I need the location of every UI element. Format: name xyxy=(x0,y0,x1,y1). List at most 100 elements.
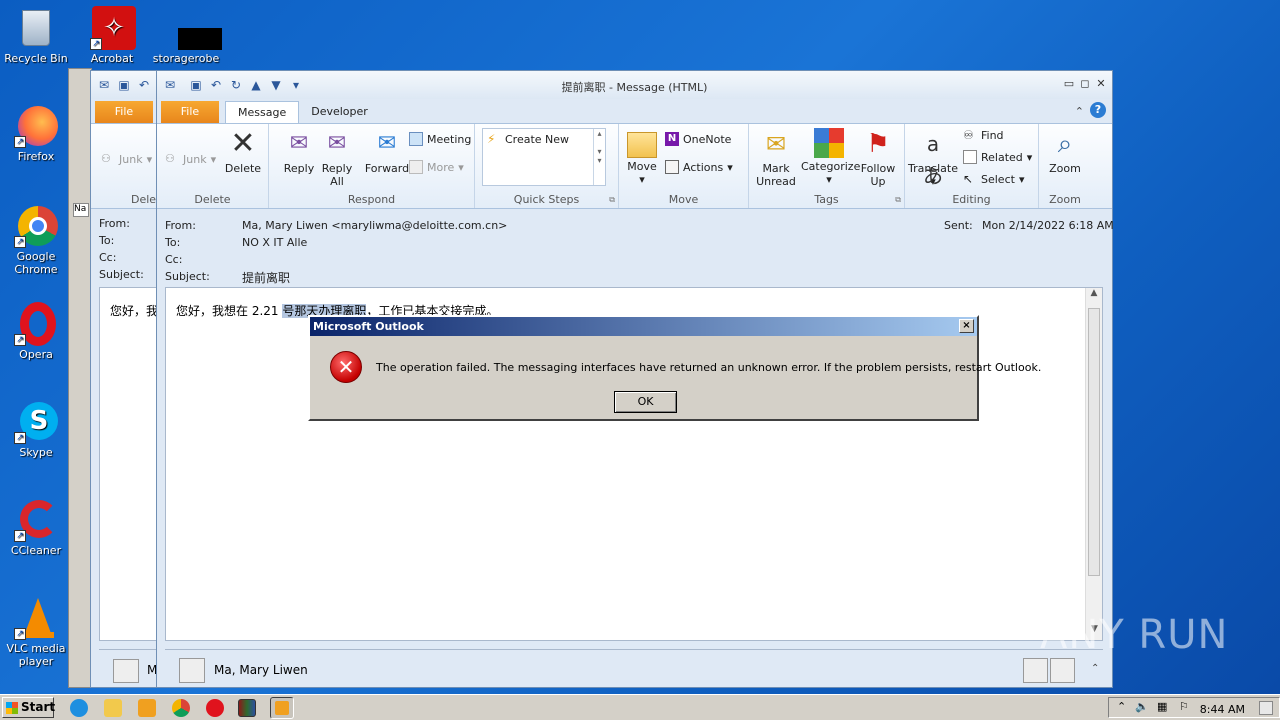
flag-icon: ⚑ xyxy=(866,129,890,159)
actions-icon xyxy=(665,160,679,174)
help-icon[interactable]: ? xyxy=(1090,102,1106,118)
back-junk-button[interactable]: ⚇ Junk ▾ xyxy=(101,152,152,166)
minimize-icon[interactable]: ▭ xyxy=(1061,77,1077,90)
desktop-icon-recycle-bin[interactable]: Recycle Bin xyxy=(0,6,72,65)
move-button[interactable]: Move ▾ xyxy=(621,128,663,186)
chrome-taskbar-icon[interactable] xyxy=(172,699,190,717)
editing-group: aあ Translate ▾ ♾ Find Related ▾ ↖ Select ▾ … xyxy=(905,124,1039,208)
select-button[interactable]: ↖ Select ▾ xyxy=(963,172,1024,186)
vlc-icon: ↗ xyxy=(14,596,58,640)
ribbon: ⚇ Junk ▾ ✕ Delete Delete ✉ Reply ✉ Reply … xyxy=(157,123,1112,209)
tray-expand-icon[interactable]: ⌃ xyxy=(1117,700,1126,713)
meeting-button[interactable]: Meeting xyxy=(409,132,471,146)
junk-icon: ⚇ xyxy=(165,152,175,165)
junk-button[interactable]: ⚇ Junk ▾ xyxy=(165,152,216,166)
background-app-window[interactable]: Na xyxy=(68,68,92,688)
close-icon[interactable]: ✕ xyxy=(1093,77,1109,90)
dialog-launcher-icon[interactable]: ⧉ xyxy=(609,195,615,205)
from-value[interactable]: Ma, Mary Liwen <maryliwma@deloitte.com.c… xyxy=(242,219,507,232)
winrar-icon[interactable] xyxy=(238,699,256,717)
related-button[interactable]: Related ▾ xyxy=(963,150,1032,164)
reply-button[interactable]: ✉ Reply xyxy=(275,128,323,175)
message-header: From: Ma, Mary Liwen <maryliwma@deloitte… xyxy=(165,219,1114,289)
desktop-icon-skype[interactable]: S ↗ Skype xyxy=(0,400,72,459)
action-center-flag-icon[interactable]: ⚐ xyxy=(1179,700,1189,713)
follow-up-button[interactable]: ⚑ Follow Up xyxy=(855,128,901,188)
quick-steps-group: ⚡ Create New ▴ ▾ ▾ Quick Steps ⧉ xyxy=(475,124,619,208)
delete-button[interactable]: ✕ Delete xyxy=(219,126,267,176)
translate-button[interactable]: aあ Translate ▾ xyxy=(907,128,959,188)
maximize-icon[interactable]: ◻ xyxy=(1077,77,1093,90)
network-icon[interactable]: ▦ xyxy=(1157,700,1167,713)
opera-taskbar-icon[interactable] xyxy=(206,699,224,717)
to-value[interactable]: NO X IT Alle xyxy=(242,236,307,249)
person-icon xyxy=(113,659,139,683)
ccleaner-icon: ↗ xyxy=(14,498,58,542)
zoom-group: ⌕ Zoom Zoom xyxy=(1039,124,1091,208)
volume-icon[interactable]: 🔈 xyxy=(1135,700,1149,713)
categorize-icon xyxy=(814,128,844,158)
delete-x-icon: ✕ xyxy=(230,126,256,161)
tags-group: ✉ Mark Unread Categorize ▾ ⚑ Follow Up Ta… xyxy=(749,124,905,208)
mark-unread-button[interactable]: ✉ Mark Unread xyxy=(751,128,801,188)
collapse-ribbon-icon[interactable]: ⌃ xyxy=(1075,105,1084,118)
firefox-icon: ↗ xyxy=(14,104,58,148)
desktop-icon-firefox[interactable]: ↗ Firefox xyxy=(0,104,72,163)
save-icon[interactable]: ▣ xyxy=(117,78,131,92)
dialog-close-button[interactable]: × xyxy=(959,319,974,333)
find-button[interactable]: ♾ Find xyxy=(963,128,1004,142)
dialog-title: Microsoft Outlook × xyxy=(310,317,977,336)
zoom-button[interactable]: ⌕ Zoom xyxy=(1041,128,1089,175)
people-pane-contact-icon-2[interactable] xyxy=(1050,658,1075,683)
undo-icon[interactable]: ↶ xyxy=(137,78,151,92)
vertical-scrollbar[interactable]: ▲ ▼ xyxy=(1085,288,1102,640)
categorize-button[interactable]: Categorize ▾ xyxy=(801,128,860,186)
start-button[interactable]: Start xyxy=(2,697,55,718)
desktop-icon-ccleaner[interactable]: ↗ CCleaner xyxy=(0,498,72,557)
reply-all-button[interactable]: ✉ Reply All xyxy=(317,128,357,188)
chrome-icon: ↗ xyxy=(14,204,58,248)
recycle-bin-icon xyxy=(14,6,58,50)
explorer-icon[interactable] xyxy=(104,699,122,717)
scroll-up-icon[interactable]: ▲ xyxy=(1086,288,1102,304)
black-file-icon xyxy=(164,6,222,50)
onenote-icon: N xyxy=(665,132,679,146)
subject-value: 提前离职 xyxy=(242,271,291,285)
show-desktop-icon[interactable] xyxy=(1259,701,1273,715)
sent-value: Mon 2/14/2022 6:18 AM xyxy=(982,219,1114,232)
create-new-quick-step[interactable]: ⚡ Create New xyxy=(487,132,569,146)
lightning-icon: ⚡ xyxy=(487,132,496,146)
media-player-icon[interactable] xyxy=(138,699,156,717)
expand-people-pane-icon[interactable]: ⌃ xyxy=(1091,663,1099,674)
error-icon: ✕ xyxy=(330,351,362,383)
onenote-button[interactable]: N OneNote xyxy=(665,132,731,146)
back-file-tab[interactable]: File xyxy=(95,101,153,123)
desktop-icon-storagerobe[interactable]: storagerobe xyxy=(150,6,222,65)
to-label: To: xyxy=(165,236,181,249)
desktop-icon-opera[interactable]: ↗ Opera xyxy=(0,302,72,361)
actions-button[interactable]: Actions ▾ xyxy=(665,160,733,174)
ie-icon[interactable] xyxy=(70,699,88,717)
gallery-scroll[interactable]: ▴ ▾ ▾ xyxy=(593,129,605,185)
respond-group: ✉ Reply ✉ Reply All ✉ Forward Meeting Mo… xyxy=(269,124,475,208)
desktop-icon-chrome[interactable]: ↗ Google Chrome xyxy=(0,204,72,276)
tab-developer[interactable]: Developer xyxy=(299,101,380,123)
people-pane-contact-icon[interactable] xyxy=(1023,658,1048,683)
tab-message[interactable]: Message xyxy=(225,101,300,123)
forward-button[interactable]: ✉ Forward xyxy=(363,128,411,175)
outlook-taskbar-button[interactable] xyxy=(270,697,294,719)
ok-button[interactable]: OK xyxy=(614,391,677,413)
people-pane-name[interactable]: Ma, Mary Liwen xyxy=(214,663,308,677)
tab-file[interactable]: File xyxy=(161,101,219,123)
more-button[interactable]: More ▾ xyxy=(409,160,464,174)
magnifier-icon: ⌕ xyxy=(1057,129,1073,159)
clock[interactable]: 8:44 AM xyxy=(1200,703,1245,716)
envelope-icon: ✉ xyxy=(98,78,110,92)
desktop-icon-vlc[interactable]: ↗ VLC media player xyxy=(0,596,72,668)
dialog-launcher-icon[interactable]: ⧉ xyxy=(895,195,901,205)
system-tray: ⌃ 🔈 ▦ ⚐ 8:44 AM xyxy=(1108,697,1280,718)
quick-steps-gallery[interactable]: ⚡ Create New ▴ ▾ ▾ xyxy=(482,128,606,186)
scroll-thumb[interactable] xyxy=(1088,308,1100,576)
error-dialog: Microsoft Outlook × ✕ The operation fail… xyxy=(308,315,1041,421)
desktop-icon-acrobat[interactable]: ✧ ↗ Acrobat xyxy=(76,6,148,65)
